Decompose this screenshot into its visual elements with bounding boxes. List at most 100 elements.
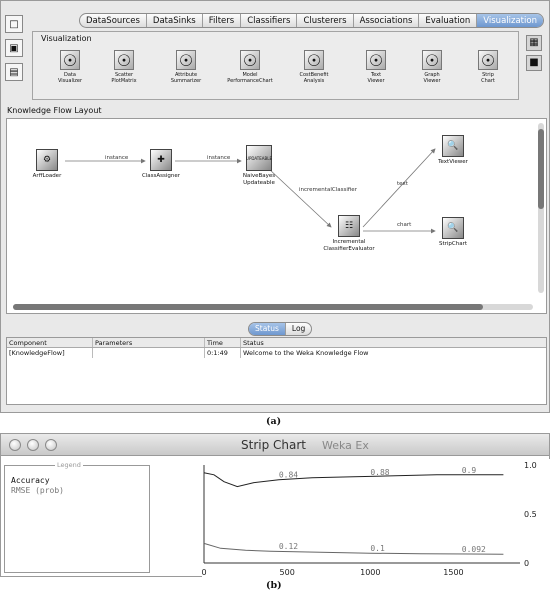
node-naivebayes[interactable]: UPDATEABLE NaiveBayes Updateable (235, 145, 283, 186)
tool-scatter-plot[interactable]: ☉ Data Visualizer (41, 50, 99, 84)
header-time[interactable]: Time (205, 338, 241, 347)
tool-scatter-matrix[interactable]: ☉ Scatter PlotMatrix (95, 50, 153, 84)
open-folder-icon: ▤ (9, 66, 19, 78)
tool-label: Model PerformanceChart (227, 72, 273, 84)
tab-status[interactable]: Status (249, 323, 286, 335)
edge-label-instance-1: instance (105, 155, 129, 161)
evaluator-icon: ☷ (338, 215, 360, 237)
knowledge-flow-window: □ ▣ ▤ ↖ ▦ ■ DataSources DataSinks Filter… (0, 0, 550, 413)
status-tabs: Status Log (248, 322, 313, 336)
tab-visualization[interactable]: Visualization (477, 14, 543, 27)
tab-log[interactable]: Log (286, 323, 311, 335)
left-toolbar: □ ▣ ▤ (5, 15, 27, 87)
y-tick-label: 1.0 (524, 461, 537, 470)
series-line-1 (203, 542, 504, 555)
data-label: 0.9 (462, 466, 477, 475)
node-classassigner[interactable]: ✚ ClassAssigner (135, 149, 187, 180)
attribute-summary-icon: ☉ (176, 50, 196, 70)
background-window-title: Weka Ex (322, 439, 369, 452)
header-parameters[interactable]: Parameters (93, 338, 205, 347)
y-tick-label: 0.5 (524, 510, 537, 519)
row-status: Welcome to the Weka Knowledge Flow (243, 349, 369, 357)
stop-button[interactable]: ■ (526, 55, 542, 71)
strip-chart-window: Strip Chart Weka Ex Legend Accuracy RMSE… (0, 433, 550, 577)
tab-clusterers[interactable]: Clusterers (297, 14, 354, 27)
node-evaluator[interactable]: ☷ Incremental ClassifierEvaluator (319, 215, 379, 252)
data-label: 0.84 (279, 471, 298, 480)
tool-label: Strip Chart (481, 72, 495, 84)
stop-icon: ■ (529, 57, 539, 68)
visualization-panel-title: Visualization (41, 34, 92, 43)
tab-datasources[interactable]: DataSources (80, 14, 147, 27)
close-window-button[interactable] (9, 439, 21, 451)
caption-b: (b) (266, 580, 282, 591)
strip-chart-titlebar: Strip Chart Weka Ex (1, 434, 549, 456)
save-icon: ▣ (9, 42, 19, 54)
node-textviewer[interactable]: 🔍 TextViewer (433, 135, 473, 166)
tab-associations[interactable]: Associations (354, 14, 420, 27)
tool-strip-chart[interactable]: ☉ Strip Chart (459, 50, 517, 84)
tool-performance-chart[interactable]: ☉ Model PerformanceChart (221, 50, 279, 84)
data-label: 0.88 (370, 468, 389, 477)
minimize-window-button[interactable] (27, 439, 39, 451)
y-tick-label: 0 (524, 559, 529, 568)
data-label: 0.12 (279, 542, 298, 551)
tool-label: CostBenefit Analysis (299, 72, 329, 84)
component-tabs: DataSources DataSinks Filters Classifier… (79, 13, 544, 28)
status-table-header: Component Parameters Time Status (7, 338, 546, 348)
tool-label: Scatter PlotMatrix (111, 72, 137, 84)
tab-classifiers[interactable]: Classifiers (241, 14, 298, 27)
cost-benefit-icon: ☉ (304, 50, 324, 70)
legend-panel: Legend Accuracy RMSE (prob) (4, 461, 150, 573)
tool-text-viewer[interactable]: ☉ Text Viewer (347, 50, 405, 84)
open-button[interactable]: ▤ (5, 63, 23, 81)
layout-button[interactable]: ▦ (526, 35, 542, 51)
node-stripchart[interactable]: 🔍 StripChart (433, 217, 473, 248)
row-time: 0:1:49 (205, 348, 241, 358)
horizontal-scroll-thumb[interactable] (13, 304, 483, 310)
horizontal-scrollbar[interactable] (13, 304, 533, 310)
vertical-scroll-thumb[interactable] (538, 129, 544, 209)
strip-chart-icon: 🔍 (442, 217, 464, 239)
window-title: Strip Chart (241, 438, 306, 452)
save-button[interactable]: ▣ (5, 39, 23, 57)
node-arffloader[interactable]: ⚙ ArffLoader (27, 149, 67, 180)
zoom-window-button[interactable] (45, 439, 57, 451)
class-assigner-icon: ✚ (150, 149, 172, 171)
new-file-icon: □ (9, 18, 19, 30)
tool-attribute-summary[interactable]: ☉ Attribute Summarizer (157, 50, 215, 84)
strip-chart-svg: 0500100015001.00.500.840.880.90.220.120.… (182, 461, 537, 577)
row-component: [KnowledgeFlow] (7, 348, 93, 358)
graph-viewer-icon: ☉ (422, 50, 442, 70)
x-tick-label: 1000 (360, 568, 380, 577)
strip-chart-icon: ☉ (478, 50, 498, 70)
updateable-badge: UPDATEABLE (246, 155, 272, 161)
table-row[interactable]: [KnowledgeFlow] 0:1:49 Welcome to the We… (7, 348, 546, 358)
tool-cost-benefit[interactable]: ☉ CostBenefit Analysis (285, 50, 343, 84)
tool-label: Graph Viewer (423, 72, 441, 84)
x-tick-label: 1500 (443, 568, 463, 577)
node-naivebayes-label: NaiveBayes Updateable (242, 173, 276, 186)
tool-label: Text Viewer (367, 72, 385, 84)
tab-datasinks[interactable]: DataSinks (147, 14, 203, 27)
tab-filters[interactable]: Filters (203, 14, 242, 27)
layout-canvas[interactable]: instance instance incrementalClassifier … (6, 118, 547, 314)
tab-evaluation[interactable]: Evaluation (419, 14, 478, 27)
header-status[interactable]: Status (241, 338, 546, 347)
visualization-panel: Visualization ☉ Data Visualizer ☉ Scatter P… (32, 31, 519, 100)
node-textviewer-label: TextViewer (438, 159, 468, 165)
tool-graph-viewer[interactable]: ☉ Graph Viewer (403, 50, 461, 84)
x-tick-label: 0 (202, 568, 207, 577)
text-viewer-icon: 🔍 (442, 135, 464, 157)
performance-chart-icon: ☉ (240, 50, 260, 70)
header-component[interactable]: Component (7, 338, 93, 347)
vertical-scrollbar[interactable] (538, 123, 544, 293)
caption-a: (a) (266, 416, 282, 427)
edge-label-text: text (397, 181, 408, 187)
edge-label-incremental: incrementalClassifier (299, 187, 357, 193)
arff-loader-icon: ⚙ (36, 149, 58, 171)
naive-bayes-icon: UPDATEABLE (246, 145, 272, 171)
edge-label-instance-2: instance (207, 155, 231, 161)
new-file-button[interactable]: □ (5, 15, 23, 33)
row-parameters (93, 348, 205, 358)
